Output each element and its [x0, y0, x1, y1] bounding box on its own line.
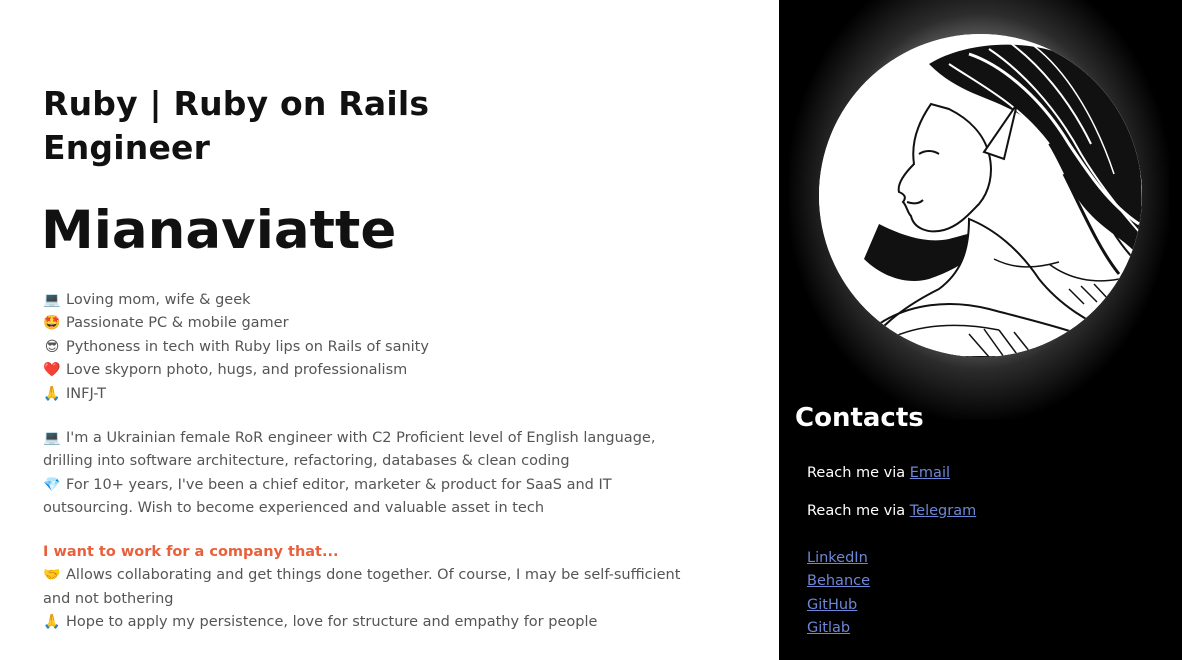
reach-prefix: Reach me via — [807, 465, 906, 481]
elf-portrait-illustration — [819, 34, 1142, 357]
page: Ruby | Ruby on Rails Engineer Mianaviatt… — [0, 0, 1182, 660]
want-text: Hope to apply my persistence, love for s… — [66, 614, 598, 631]
folded-hands-icon: 🙏 — [43, 614, 61, 631]
folded-hands-icon: 🙏 — [43, 385, 61, 402]
heart-icon: ❤️ — [43, 362, 61, 379]
intro-column: Ruby | Ruby on Rails Engineer Mianaviatt… — [0, 0, 779, 660]
email-link[interactable]: Email — [910, 465, 950, 481]
laptop-icon: 💻 — [43, 292, 61, 308]
handshake-icon: 🤝 — [43, 567, 61, 584]
telegram-link[interactable]: Telegram — [910, 503, 976, 519]
reach-prefix: Reach me via — [807, 503, 906, 519]
github-link[interactable]: GitHub — [807, 594, 857, 617]
bio-item: 🤩 Passionate PC & mobile gamer — [43, 312, 683, 335]
bio-item-text: Pythoness in tech with Ruby lips on Rail… — [66, 338, 429, 355]
want-text: Allows collaborating and get things done… — [43, 567, 681, 607]
reach-email-line: Reach me via Email — [807, 462, 950, 484]
bio-item-text: INFJ-T — [66, 385, 106, 402]
about-line: 💎 For 10+ years, I've been a chief editor… — [43, 474, 683, 521]
about-text: For 10+ years, I've been a chief editor,… — [43, 476, 612, 517]
laptop-icon: 💻 — [43, 430, 61, 446]
about-paragraph: 💻 I'm a Ukrainian female RoR engineer wit… — [43, 427, 683, 521]
bio-item-text: Passionate PC & mobile gamer — [66, 315, 289, 332]
contacts-title: Contacts — [795, 403, 924, 433]
bio-item: 💻 Loving mom, wife & geek — [43, 289, 683, 312]
gem-icon: 💎 — [43, 476, 61, 493]
want-line: 🙏 Hope to apply my persistence, love for … — [43, 611, 683, 634]
reach-telegram-line: Reach me via Telegram — [807, 500, 976, 522]
want-line: 🤝 Allows collaborating and get things don… — [43, 564, 683, 611]
bio-list: 💻 Loving mom, wife & geek 🤩 Passionate PC … — [43, 289, 683, 406]
gitlab-link[interactable]: Gitlab — [807, 617, 850, 640]
star-struck-icon: 🤩 — [43, 315, 61, 332]
about-line: 💻 I'm a Ukrainian female RoR engineer wit… — [43, 427, 683, 474]
want-section: I want to work for a company that... 🤝 Al… — [43, 541, 683, 635]
bio-item-text: Love skyporn photo, hugs, and profession… — [66, 362, 408, 379]
social-links: LinkedIn Behance GitHub Gitlab — [807, 547, 870, 640]
want-heading: I want to work for a company that... — [43, 544, 339, 560]
bio-item: 🙏 INFJ-T — [43, 383, 683, 406]
role-title: Ruby | Ruby on Rails Engineer — [43, 84, 430, 167]
about-text: I'm a Ukrainian female RoR engineer with… — [43, 430, 656, 470]
sunglasses-icon: 😎 — [44, 338, 60, 355]
contacts-panel: Contacts Reach me via Email Reach me via… — [779, 0, 1182, 660]
name-title: Mianaviatte — [41, 200, 397, 261]
bio-item: 😎 Pythoness in tech with Ruby lips on Rai… — [43, 336, 683, 359]
bio-item-text: Loving mom, wife & geek — [66, 292, 251, 308]
bio-item: ❤️ Love skyporn photo, hugs, and professi… — [43, 359, 683, 382]
linkedin-link[interactable]: LinkedIn — [807, 547, 868, 570]
avatar — [819, 34, 1142, 357]
behance-link[interactable]: Behance — [807, 570, 870, 593]
